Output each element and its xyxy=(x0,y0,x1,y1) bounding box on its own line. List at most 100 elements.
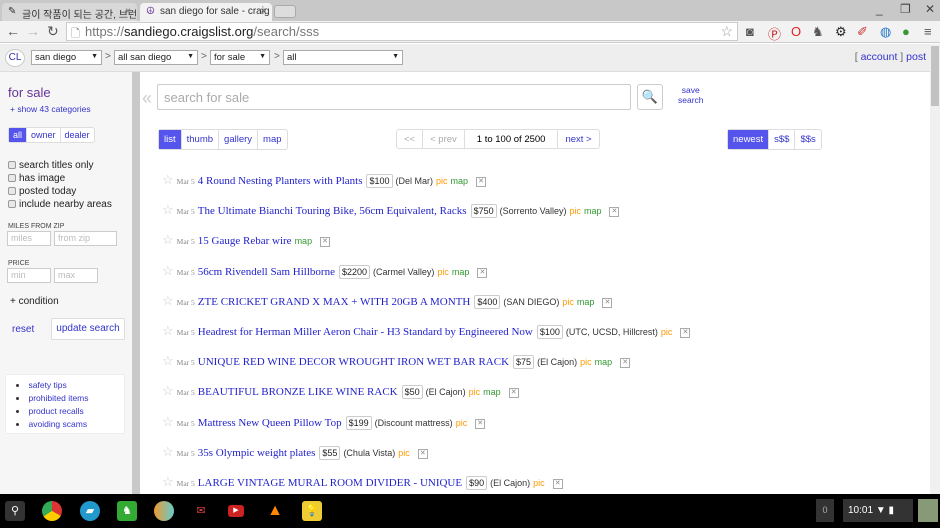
reset-link[interactable]: reset xyxy=(12,324,34,335)
extension-icon[interactable]: ◍ xyxy=(880,24,891,40)
back-icon[interactable]: ← xyxy=(6,23,20,39)
files-icon[interactable]: ▰ xyxy=(80,501,100,521)
account-link[interactable]: account xyxy=(861,51,898,63)
include-nearby-checkbox[interactable]: include nearby areas xyxy=(8,199,112,210)
view-gallery[interactable]: gallery xyxy=(219,130,259,149)
sidebar-divider[interactable] xyxy=(132,72,140,494)
first-page-button[interactable]: << xyxy=(397,130,424,148)
favorite-star-icon[interactable]: ☆ xyxy=(162,202,174,217)
listing-title-link[interactable]: UNIQUE RED WINE DECOR WROUGHT IRON WET B… xyxy=(198,356,509,368)
pocket-icon[interactable]: ◙ xyxy=(746,24,754,39)
gear-icon[interactable]: ⚙ xyxy=(835,24,847,40)
hide-listing-icon[interactable]: ✕ xyxy=(508,388,519,399)
listing-title-link[interactable]: ZTE CRICKET GRAND X MAX + WITH 20GB A MO… xyxy=(198,296,471,308)
new-tab-button[interactable] xyxy=(274,5,296,18)
hide-listing-icon[interactable]: ✕ xyxy=(476,177,487,187)
reload-icon[interactable]: ↻ xyxy=(47,23,59,40)
hide-listing-icon[interactable]: ✕ xyxy=(320,237,331,248)
search-input[interactable]: search for sale xyxy=(157,84,631,110)
vlc-icon[interactable]: ▲ xyxy=(265,501,285,521)
collapse-sidebar-icon[interactable]: « xyxy=(142,88,152,109)
avatar[interactable] xyxy=(918,499,938,522)
app-icon[interactable] xyxy=(154,501,174,521)
sort-price-desc[interactable]: $$s xyxy=(795,130,820,149)
vertical-scrollbar[interactable] xyxy=(930,44,940,494)
listing-title-link[interactable]: 15 Gauge Rebar wire xyxy=(198,235,292,247)
chrome-icon[interactable] xyxy=(42,501,62,521)
status-tray[interactable]: 10:01 ▼ ▮ xyxy=(843,499,913,522)
listing-title-link[interactable]: Mattress New Queen Pillow Top xyxy=(198,417,342,429)
prohibited-items-link[interactable]: prohibited items xyxy=(29,393,89,403)
seller-dealer[interactable]: dealer xyxy=(61,128,94,142)
has-image-checkbox[interactable]: has image xyxy=(8,173,65,184)
map-link[interactable]: map xyxy=(451,176,469,186)
max-price-input[interactable]: max xyxy=(54,268,98,283)
condition-toggle[interactable]: + condition xyxy=(10,296,59,307)
craigslist-logo[interactable]: CL xyxy=(5,49,25,67)
update-search-button[interactable]: update search xyxy=(51,318,125,340)
forward-icon[interactable]: → xyxy=(26,23,40,39)
category-select[interactable]: for sale ▼ xyxy=(210,50,270,65)
opera-icon[interactable]: O xyxy=(791,24,801,39)
notification-count[interactable]: 0 xyxy=(816,499,834,522)
restore-icon[interactable]: ❐ xyxy=(900,2,911,16)
map-link[interactable]: map xyxy=(577,297,595,307)
map-link[interactable]: map xyxy=(595,357,613,367)
view-list[interactable]: list xyxy=(159,130,182,149)
listing-title-link[interactable]: 56cm Rivendell Sam Hillborne xyxy=(198,266,335,278)
evernote-icon[interactable]: ♞ xyxy=(812,24,824,40)
pinterest-icon[interactable]: Ⓟ xyxy=(768,24,781,43)
favorite-star-icon[interactable]: ☆ xyxy=(162,383,174,398)
show-categories-link[interactable]: + show 43 categories xyxy=(10,104,91,114)
evernote-icon[interactable]: ♞ xyxy=(117,501,137,521)
hide-listing-icon[interactable]: ✕ xyxy=(609,207,620,218)
gmail-icon[interactable]: ✉ xyxy=(191,501,211,521)
miles-input[interactable]: miles xyxy=(7,231,51,246)
sort-newest[interactable]: newest xyxy=(728,130,770,149)
favorite-star-icon[interactable]: ☆ xyxy=(162,232,174,247)
favorite-star-icon[interactable]: ☆ xyxy=(162,323,174,338)
map-link[interactable]: map xyxy=(452,267,470,277)
favorite-star-icon[interactable]: ☆ xyxy=(162,293,174,308)
menu-icon[interactable]: ≡ xyxy=(924,24,932,39)
favorite-star-icon[interactable]: ☆ xyxy=(162,353,174,368)
map-link[interactable]: map xyxy=(483,387,501,397)
launcher-search-icon[interactable]: ⚲ xyxy=(5,501,25,521)
hide-listing-icon[interactable]: ✕ xyxy=(680,328,691,338)
close-window-icon[interactable]: ✕ xyxy=(925,2,935,16)
listing-title-link[interactable]: BEAUTIFUL BRONZE LIKE WINE RACK xyxy=(198,386,398,398)
youtube-icon[interactable]: ▶ xyxy=(228,505,244,517)
listing-title-link[interactable]: 4 Round Nesting Planters with Plants xyxy=(198,175,363,187)
url-bar[interactable]: 🗋 https://sandiego.craigslist.org/search… xyxy=(66,22,738,41)
favorite-star-icon[interactable]: ☆ xyxy=(162,474,174,489)
close-tab-icon[interactable]: × xyxy=(260,6,266,17)
hide-listing-icon[interactable]: ✕ xyxy=(602,297,613,308)
favorite-star-icon[interactable]: ☆ xyxy=(162,414,174,429)
subcategory-select[interactable]: all ▼ xyxy=(283,50,403,65)
favorite-star-icon[interactable]: ☆ xyxy=(162,444,174,459)
hide-listing-icon[interactable]: ✕ xyxy=(477,267,488,278)
map-link[interactable]: map xyxy=(295,236,313,246)
hangouts-icon[interactable]: ● xyxy=(902,24,910,39)
favorite-star-icon[interactable]: ☆ xyxy=(162,263,174,278)
scrollbar-thumb[interactable] xyxy=(931,46,939,106)
save-search-link[interactable]: save search xyxy=(678,85,704,105)
seller-all[interactable]: all xyxy=(9,128,28,142)
view-thumb[interactable]: thumb xyxy=(182,130,220,149)
hide-listing-icon[interactable]: ✕ xyxy=(620,358,631,369)
listing-title-link[interactable]: Headrest for Herman Miller Aeron Chair -… xyxy=(198,326,533,338)
listing-title-link[interactable]: 35s Olympic weight plates xyxy=(198,447,316,459)
map-link[interactable]: map xyxy=(584,206,602,216)
bookmark-star-icon[interactable]: ☆ xyxy=(720,23,733,40)
listing-title-link[interactable]: The Ultimate Bianchi Touring Bike, 56cm … xyxy=(198,205,467,217)
listing-title-link[interactable]: LARGE VINTAGE MURAL ROOM DIVIDER - UNIQU… xyxy=(198,477,462,489)
keep-icon[interactable]: 💡 xyxy=(302,501,322,521)
hide-listing-icon[interactable]: ✕ xyxy=(475,418,486,429)
search-button[interactable]: 🔍 xyxy=(637,84,663,110)
hide-listing-icon[interactable]: ✕ xyxy=(417,448,428,459)
min-price-input[interactable]: min xyxy=(7,268,51,283)
search-titles-only-checkbox[interactable]: search titles only xyxy=(8,160,93,171)
favorite-star-icon[interactable]: ☆ xyxy=(162,172,174,187)
prev-page-button[interactable]: < prev xyxy=(423,130,465,148)
safety-tips-link[interactable]: safety tips xyxy=(29,380,67,390)
